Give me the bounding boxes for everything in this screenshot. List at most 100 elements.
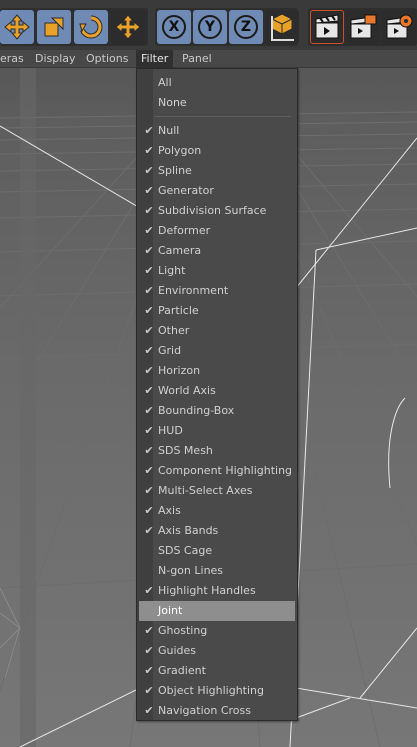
filter-item-joint[interactable]: Joint [139,601,295,621]
filter-item-label: Axis Bands [158,524,219,537]
checkmark-icon: ✔ [144,204,154,217]
checkmark-icon: ✔ [144,624,154,637]
toolbar: X Y Z [0,0,417,50]
menu-separator [155,116,291,117]
menu-panel[interactable]: Panel [182,50,212,68]
render-view-icon[interactable] [310,10,344,44]
filter-item-axis[interactable]: ✔ Axis [139,501,295,521]
checkmark-icon: ✔ [144,124,154,137]
filter-item-generator[interactable]: ✔ Generator [139,181,295,201]
filter-item-guides[interactable]: ✔ Guides [139,641,295,661]
filter-item-label: Bounding-Box [158,404,235,417]
menu-filter[interactable]: Filter [136,50,174,68]
filter-item-object-highlighting[interactable]: ✔ Object Highlighting [139,681,295,701]
filter-item-label: Deformer [158,224,211,237]
filter-item-horizon[interactable]: ✔ Horizon [139,361,295,381]
filter-item-label: Horizon [158,364,201,377]
render-picture-viewer-icon[interactable] [346,10,380,44]
menu-display[interactable]: Display [35,50,76,68]
filter-dropdown-menu: All None ✔ Null ✔ Polygon ✔ Spline ✔ Generator ✔ Su… [136,68,298,721]
checkmark-icon: ✔ [144,144,154,157]
filter-item-label: Null [158,124,180,137]
filter-item-label: Axis [158,504,181,517]
filter-item-label: Environment [158,284,229,297]
checkmark-icon: ✔ [144,304,154,317]
filter-item-light[interactable]: ✔ Light [139,261,295,281]
filter-item-particle[interactable]: ✔ Particle [139,301,295,321]
filter-item-none[interactable]: None [139,93,295,113]
filter-item-navigation-cross[interactable]: ✔ Navigation Cross [139,701,295,721]
checkmark-icon: ✔ [144,504,154,517]
checkmark-icon: ✔ [144,444,154,457]
filter-item-label: Light [158,264,186,277]
filter-item-label: Object Highlighting [158,684,264,697]
filter-item-polygon[interactable]: ✔ Polygon [139,141,295,161]
filter-item-label: Multi-Select Axes [158,484,253,497]
filter-item-gradient[interactable]: ✔ Gradient [139,661,295,681]
filter-item-label: Component Highlighting [158,464,293,477]
filter-item-label: Guides [158,644,197,657]
y-axis-button[interactable]: Y [193,10,227,44]
filter-item-n-gon-lines[interactable]: N-gon Lines [139,561,295,581]
coordinate-system-icon[interactable] [265,10,299,44]
move-icon[interactable] [0,10,34,44]
filter-item-label: Ghosting [158,624,208,637]
filter-item-sds-mesh[interactable]: ✔ SDS Mesh [139,441,295,461]
z-axis-button[interactable]: Z [229,10,263,44]
checkmark-icon: ✔ [144,644,154,657]
filter-item-component-highlighting[interactable]: ✔ Component Highlighting [139,461,295,481]
checkmark-icon: ✔ [144,704,154,717]
checkmark-icon: ✔ [144,484,154,497]
filter-item-ghosting[interactable]: ✔ Ghosting [139,621,295,641]
checkmark-icon: ✔ [144,584,154,597]
filter-item-environment[interactable]: ✔ Environment [139,281,295,301]
filter-item-label: World Axis [158,384,216,397]
filter-item-subdivision-surface[interactable]: ✔ Subdivision Surface [139,201,295,221]
checkmark-icon: ✔ [144,264,154,277]
checkmark-icon: ✔ [144,424,154,437]
filter-item-label: Particle [158,304,199,317]
move-tool-icon[interactable] [111,10,145,44]
filter-item-deformer[interactable]: ✔ Deformer [139,221,295,241]
filter-item-label: Grid [158,344,182,357]
filter-item-label: Navigation Cross [158,704,251,717]
checkmark-icon: ✔ [144,164,154,177]
filter-item-label: Gradient [158,664,206,677]
checkmark-icon: ✔ [144,664,154,677]
checkmark-icon: ✔ [144,224,154,237]
viewport-menubar: eras Display Options Filter Panel [0,50,417,68]
filter-item-highlight-handles[interactable]: ✔ Highlight Handles [139,581,295,601]
filter-item-all[interactable]: All [139,73,295,93]
filter-item-label: All [158,76,172,89]
filter-item-label: Highlight Handles [158,584,256,597]
filter-item-bounding-box[interactable]: ✔ Bounding-Box [139,401,295,421]
filter-item-label: Subdivision Surface [158,204,267,217]
checkmark-icon: ✔ [144,284,154,297]
filter-item-world-axis[interactable]: ✔ World Axis [139,381,295,401]
filter-item-spline[interactable]: ✔ Spline [139,161,295,181]
render-settings-icon[interactable] [382,10,416,44]
filter-item-other[interactable]: ✔ Other [139,321,295,341]
y-axis-label: Y [198,15,222,39]
filter-item-grid[interactable]: ✔ Grid [139,341,295,361]
rotate-icon[interactable] [74,10,108,44]
filter-item-label: Other [158,324,190,337]
filter-item-camera[interactable]: ✔ Camera [139,241,295,261]
filter-item-multi-select-axes[interactable]: ✔ Multi-Select Axes [139,481,295,501]
filter-item-axis-bands[interactable]: ✔ Axis Bands [139,521,295,541]
filter-item-hud[interactable]: ✔ HUD [139,421,295,441]
checkmark-icon: ✔ [144,344,154,357]
filter-item-label: Spline [158,164,192,177]
filter-item-label: Camera [158,244,202,257]
menu-options[interactable]: Options [86,50,128,68]
checkmark-icon: ✔ [144,364,154,377]
filter-item-label: SDS Cage [158,544,213,557]
filter-item-sds-cage[interactable]: SDS Cage [139,541,295,561]
menu-cameras[interactable]: eras [0,50,24,68]
x-axis-button[interactable]: X [157,10,191,44]
filter-item-label: Joint [158,604,183,617]
scale-icon[interactable] [37,10,71,44]
filter-item-label: Polygon [158,144,202,157]
filter-item-null[interactable]: ✔ Null [139,121,295,141]
checkmark-icon: ✔ [144,384,154,397]
